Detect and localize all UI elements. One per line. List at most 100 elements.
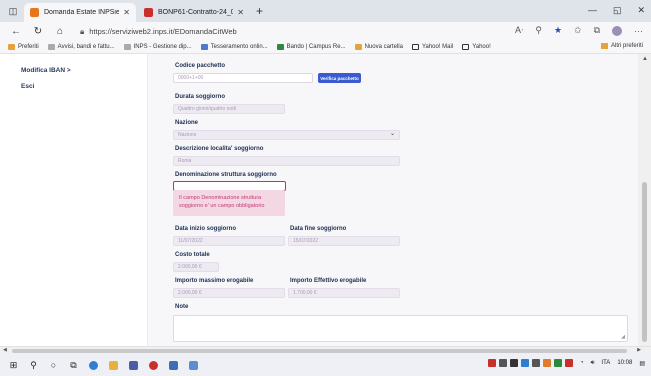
- favorite-item[interactable]: Yahoo! Mail: [411, 44, 453, 50]
- link-icon: [200, 44, 208, 50]
- favorite-label: Yahoo!: [472, 44, 491, 50]
- read-aloud-icon[interactable]: Aᐧ: [515, 25, 523, 36]
- minimize-icon[interactable]: —: [588, 5, 597, 16]
- durata-soggiorno-field: Quattro giorni/quattro notti: [173, 104, 285, 114]
- photos-icon[interactable]: [168, 360, 179, 371]
- favorite-item[interactable]: INPS - Gestione dip...: [123, 44, 192, 50]
- address-bar[interactable]: 🔒︎ https://serviziweb2.inps.it/EDomandaC…: [80, 27, 237, 37]
- favorite-item[interactable]: Yahoo!: [462, 44, 491, 50]
- tray-app-icon[interactable]: [499, 359, 508, 367]
- close-tab-icon[interactable]: ✕: [237, 8, 244, 17]
- chevron-down-icon: ⌄: [389, 131, 395, 137]
- folder-icon: [354, 44, 362, 50]
- other-favorites[interactable]: Altri preferiti: [600, 43, 643, 49]
- other-favorites-label: Altri preferiti: [610, 43, 643, 49]
- refresh-icon[interactable]: ↻: [30, 26, 46, 37]
- task-view-icon[interactable]: ⧉: [68, 360, 79, 371]
- system-tray: ◔ 🔊︎ ITA 10:08 ▤: [488, 359, 645, 367]
- wifi-icon[interactable]: ◔: [580, 360, 584, 366]
- favorite-item[interactable]: Avvisi, bandi e fattu...: [47, 44, 115, 50]
- screen: ◫ Domanda Estate INPSieme ✕ BONP61-Contr…: [0, 0, 651, 376]
- mail-icon-shape: [149, 360, 158, 370]
- horizontal-scrollbar[interactable]: ◀ ▶: [0, 346, 651, 354]
- importo-effettivo-field: 1.700,00 €: [288, 288, 400, 298]
- clock[interactable]: 10:08: [617, 360, 632, 366]
- costo-totale-field: 2.000,00 €: [173, 262, 219, 272]
- data-fine-field: 15/07/2022: [288, 236, 400, 246]
- favorite-label: Avvisi, bandi e fattu...: [57, 44, 115, 50]
- sidebar: Modifica IBAN > Esci: [0, 54, 148, 346]
- descrizione-localita-field[interactable]: Roma: [173, 156, 400, 166]
- tray-app-icon[interactable]: [532, 359, 541, 367]
- avatar[interactable]: [612, 25, 622, 36]
- favorite-item[interactable]: Bando | Campus Re...: [276, 44, 346, 50]
- address-bar-row: ← ↻ ⌂ 🔒︎ https://serviziweb2.inps.it/EDo…: [0, 22, 651, 41]
- folder-icon: [8, 44, 15, 50]
- note-textarea[interactable]: ◢: [173, 315, 628, 342]
- back-icon[interactable]: ←: [8, 26, 24, 37]
- favorite-item[interactable]: Nuova cartella: [354, 44, 403, 50]
- denominazione-error-message: Il campo Denominazione struttura soggior…: [173, 190, 285, 216]
- zoom-icon[interactable]: ⚲: [535, 25, 542, 36]
- data-inizio-field: 11/07/2022: [173, 236, 285, 246]
- tray-app-icon[interactable]: [488, 359, 497, 367]
- file-explorer-icon[interactable]: [108, 360, 119, 371]
- favorites-list-icon[interactable]: ✩: [574, 25, 582, 36]
- tray-app-icon[interactable]: [565, 359, 574, 367]
- window-controls: — ◱ ✕: [588, 5, 645, 16]
- favorite-star-icon[interactable]: ★: [554, 25, 562, 36]
- sidebar-item-modifica-iban[interactable]: Modifica IBAN >: [21, 67, 71, 74]
- cortana-icon[interactable]: ○: [48, 360, 59, 371]
- nazione-select[interactable]: Nazione ⌄: [173, 130, 400, 140]
- more-menu-icon[interactable]: ···: [634, 26, 643, 36]
- close-window-icon[interactable]: ✕: [637, 5, 645, 16]
- new-tab-icon[interactable]: +: [256, 4, 263, 18]
- vertical-scrollbar[interactable]: ▲: [638, 54, 651, 346]
- volume-icon[interactable]: 🔊︎: [591, 360, 595, 367]
- favorites-bar: Preferiti Avvisi, bandi e fattu... INPS …: [0, 41, 651, 54]
- tray-app-icon[interactable]: [510, 359, 519, 367]
- url-text: https://serviziweb2.inps.it/EDomandaCitW…: [89, 27, 237, 36]
- store-icon[interactable]: [128, 360, 139, 371]
- window-menu-icon[interactable]: ◫: [6, 4, 20, 18]
- toolbar-right: Aᐧ ⚲ ★ ✩ ⧉ ···: [515, 25, 643, 36]
- pdf-favicon-icon: [144, 8, 153, 17]
- durata-soggiorno-label: Durata soggiorno: [175, 94, 226, 100]
- importo-massimo-field: 2.000,00 €: [173, 288, 285, 298]
- resize-handle-icon[interactable]: ◢: [621, 334, 625, 340]
- scroll-left-icon[interactable]: ◀: [3, 347, 7, 353]
- page-content: Modifica IBAN > Esci Codice pacchetto 00…: [0, 54, 651, 346]
- denominazione-struttura-label: Denominazione struttura soggiorno: [175, 172, 277, 178]
- favorite-item[interactable]: Tesseramento onlin...: [200, 44, 268, 50]
- tray-app-icon[interactable]: [554, 359, 563, 367]
- data-fine-label: Data fine soggiorno: [290, 226, 347, 232]
- tray-app-icon[interactable]: [543, 359, 552, 367]
- nazione-value: Nazione: [178, 132, 197, 138]
- tab-domanda-estate[interactable]: Domanda Estate INPSieme ✕: [24, 3, 136, 22]
- language-indicator[interactable]: ITA: [601, 360, 610, 366]
- verifica-pacchetto-button[interactable]: Verifica pacchetto: [318, 73, 361, 83]
- scroll-right-icon[interactable]: ▶: [637, 347, 641, 353]
- favorite-item[interactable]: Preferiti: [8, 44, 39, 50]
- collections-icon[interactable]: ⧉: [594, 25, 600, 36]
- costo-totale-label: Costo totale: [175, 252, 210, 258]
- app-icon[interactable]: [188, 360, 199, 371]
- edge-icon[interactable]: [88, 360, 99, 371]
- home-icon[interactable]: ⌂: [52, 26, 68, 37]
- start-icon[interactable]: ⊞: [8, 360, 19, 371]
- scroll-up-icon[interactable]: ▲: [642, 56, 648, 62]
- favorite-label: INPS - Gestione dip...: [133, 44, 192, 50]
- search-icon[interactable]: ⚲: [28, 360, 39, 371]
- close-tab-icon[interactable]: ✕: [123, 8, 130, 17]
- maximize-icon[interactable]: ◱: [613, 5, 622, 16]
- sidebar-item-esci[interactable]: Esci: [21, 83, 34, 90]
- codice-pacchetto-input[interactable]: 0000+1+00: [173, 73, 313, 83]
- taskbar: ⊞ ⚲ ○ ⧉ ◔ 🔊︎ ITA 10:08 ▤: [0, 354, 651, 376]
- scroll-thumb[interactable]: [642, 182, 647, 342]
- mail-icon[interactable]: [148, 360, 159, 371]
- hscroll-thumb[interactable]: [12, 349, 627, 353]
- tray-app-icon[interactable]: [521, 359, 530, 367]
- notifications-icon[interactable]: ▤: [639, 360, 645, 367]
- signal-icon: [276, 44, 284, 50]
- tab-contratto[interactable]: BONP61-Contratto-24_05_22-10 ✕: [138, 3, 250, 22]
